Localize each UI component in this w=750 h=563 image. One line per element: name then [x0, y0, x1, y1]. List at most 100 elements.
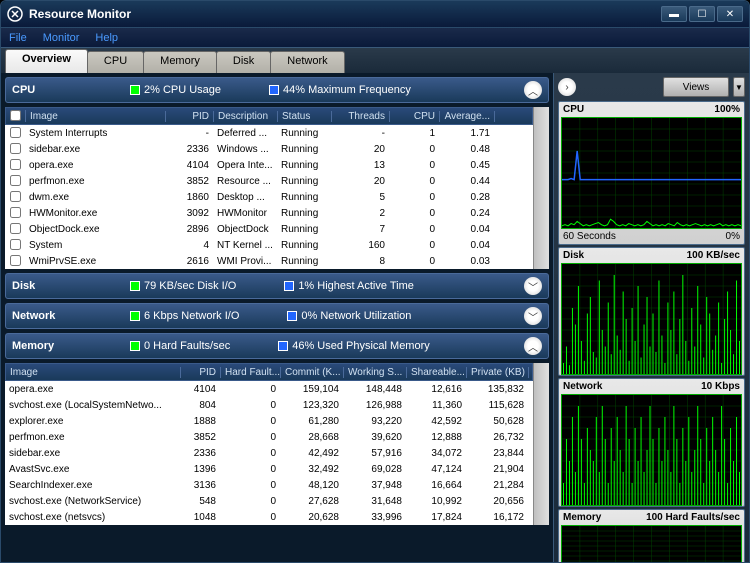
cpu-chart-title: CPU [563, 104, 584, 115]
net-util-icon [287, 311, 297, 321]
table-row[interactable]: svchost.exe (netsvcs)10480 20,62833,9961… [5, 509, 533, 525]
table-row[interactable]: HWMonitor.exe3092HWMonitor Running200.24 [5, 205, 533, 221]
row-checkbox[interactable] [10, 239, 21, 250]
row-checkbox[interactable] [10, 255, 21, 266]
cpu-section-header[interactable]: CPU 2% CPU Usage 44% Maximum Frequency ︿ [5, 77, 549, 103]
mem-hf-label: 0 Hard Faults/sec [144, 340, 230, 352]
table-row[interactable]: perfmon.exe3852Resource ... Running2000.… [5, 173, 533, 189]
table-row[interactable]: sidebar.exe23360 42,49257,91634,07223,84… [5, 445, 533, 461]
disk-expand-button[interactable]: ﹀ [524, 277, 542, 295]
table-row[interactable]: ObjectDock.exe2896ObjectDock Running700.… [5, 221, 533, 237]
cpu-freq-icon [269, 85, 279, 95]
main-panel: CPU 2% CPU Usage 44% Maximum Frequency ︿… [1, 73, 553, 562]
mem-used-icon [278, 341, 288, 351]
maximize-button[interactable]: ☐ [689, 6, 715, 22]
mcol-commit[interactable]: Commit (K... [281, 367, 344, 378]
table-row[interactable]: perfmon.exe38520 28,66839,62012,88826,73… [5, 429, 533, 445]
row-checkbox[interactable] [10, 143, 21, 154]
row-checkbox[interactable] [10, 127, 21, 138]
close-button[interactable]: ✕ [717, 6, 743, 22]
table-row[interactable]: SearchIndexer.exe31360 48,12037,94816,66… [5, 477, 533, 493]
memory-section-header[interactable]: Memory 0 Hard Faults/sec 46% Used Physic… [5, 333, 549, 359]
tab-memory[interactable]: Memory [143, 51, 217, 73]
table-row[interactable]: System Interrupts-Deferred ... Running-1… [5, 125, 533, 141]
cpu-scrollbar[interactable] [533, 107, 549, 269]
tab-cpu[interactable]: CPU [87, 51, 144, 73]
cpu-chart: CPU 100% 60 Seconds 0% [558, 101, 745, 245]
side-panel: › Views ▼ CPU 100% 60 Seconds 0% Disk 100 K… [553, 73, 749, 562]
disk-active-icon [284, 281, 294, 291]
row-checkbox[interactable] [10, 207, 21, 218]
col-status[interactable]: Status [278, 111, 332, 122]
cpu-chart-fl: 60 Seconds [563, 231, 616, 242]
row-checkbox[interactable] [10, 175, 21, 186]
network-chart-right: 10 Kbps [701, 381, 740, 392]
table-row[interactable]: opera.exe41040 159,104148,44812,616135,8… [5, 381, 533, 397]
row-checkbox[interactable] [10, 191, 21, 202]
side-collapse-button[interactable]: › [558, 78, 576, 96]
table-row[interactable]: WmiPrvSE.exe2616WMI Provi... Running800.… [5, 253, 533, 269]
cpu-chart-right: 100% [714, 104, 740, 115]
col-threads[interactable]: Threads [332, 111, 390, 122]
menu-monitor[interactable]: Monitor [43, 32, 80, 44]
network-section-header[interactable]: Network 6 Kbps Network I/O 0% Network Ut… [5, 303, 549, 329]
menu-file[interactable]: File [9, 32, 27, 44]
disk-chart: Disk 100 KB/sec [558, 247, 745, 376]
tab-network[interactable]: Network [270, 51, 344, 73]
table-row[interactable]: explorer.exe18880 61,28093,22042,59250,6… [5, 413, 533, 429]
col-avg[interactable]: Average... [440, 111, 495, 122]
memory-grid-header: Image PID Hard Fault... Commit (K... Wor… [5, 363, 533, 381]
row-checkbox[interactable] [10, 159, 21, 170]
menu-help[interactable]: Help [95, 32, 118, 44]
mcol-priv[interactable]: Private (KB) [467, 367, 529, 378]
table-row[interactable]: System4NT Kernel ... Running16000.04 [5, 237, 533, 253]
cpu-usage-icon [130, 85, 140, 95]
titlebar[interactable]: Resource Monitor ▬ ☐ ✕ [1, 1, 749, 27]
memory-scrollbar[interactable] [533, 363, 549, 525]
col-pid[interactable]: PID [166, 111, 214, 122]
network-chart: Network 10 Kbps [558, 378, 745, 507]
tab-overview[interactable]: Overview [5, 49, 88, 73]
disk-io-icon [130, 281, 140, 291]
mcol-share[interactable]: Shareable... [407, 367, 467, 378]
table-row[interactable]: AvastSvc.exe13960 32,49269,02847,12421,9… [5, 461, 533, 477]
disk-io-label: 79 KB/sec Disk I/O [144, 280, 236, 292]
col-cpu[interactable]: CPU [390, 111, 440, 122]
cpu-grid-header: Image PID Description Status Threads CPU… [5, 107, 533, 125]
minimize-button[interactable]: ▬ [661, 6, 687, 22]
cpu-select-all[interactable] [10, 110, 21, 121]
table-row[interactable]: svchost.exe (LocalSystemNetwo...8040 123… [5, 397, 533, 413]
mcol-hf[interactable]: Hard Fault... [221, 367, 281, 378]
views-dropdown-icon[interactable]: ▼ [733, 77, 745, 97]
views-button[interactable]: Views [663, 77, 729, 97]
memory-chart-title: Memory [563, 512, 601, 523]
col-image[interactable]: Image [26, 111, 166, 122]
table-row[interactable]: dwm.exe1860Desktop ... Running500.28 [5, 189, 533, 205]
memory-collapse-button[interactable]: ︿ [524, 337, 542, 355]
network-expand-button[interactable]: ﹀ [524, 307, 542, 325]
disk-chart-right: 100 KB/sec [687, 250, 740, 261]
table-row[interactable]: sidebar.exe2336Windows ... Running2000.4… [5, 141, 533, 157]
tab-disk[interactable]: Disk [216, 51, 271, 73]
cpu-section-title: CPU [12, 84, 122, 96]
cpu-chart-fr: 0% [726, 231, 740, 242]
network-chart-title: Network [563, 381, 602, 392]
menubar: File Monitor Help [1, 27, 749, 47]
table-row[interactable]: opera.exe4104Opera Inte... Running1300.4… [5, 157, 533, 173]
cpu-freq-label: 44% Maximum Frequency [283, 84, 411, 96]
cpu-collapse-button[interactable]: ︿ [524, 81, 542, 99]
net-util-label: 0% Network Utilization [301, 310, 411, 322]
row-checkbox[interactable] [10, 223, 21, 234]
memory-chart: Memory100 Hard Faults/sec [558, 509, 745, 562]
disk-chart-title: Disk [563, 250, 584, 261]
mcol-pid[interactable]: PID [181, 367, 221, 378]
disk-active-label: 1% Highest Active Time [298, 280, 414, 292]
disk-section-header[interactable]: Disk 79 KB/sec Disk I/O 1% Highest Activ… [5, 273, 549, 299]
mem-hf-icon [130, 341, 140, 351]
mcol-ws[interactable]: Working S... [344, 367, 407, 378]
table-row[interactable]: svchost.exe (NetworkService)5480 27,6283… [5, 493, 533, 509]
cpu-grid: Image PID Description Status Threads CPU… [5, 107, 549, 269]
mcol-image[interactable]: Image [6, 367, 181, 378]
col-desc[interactable]: Description [214, 111, 278, 122]
cpu-usage-label: 2% CPU Usage [144, 84, 221, 96]
